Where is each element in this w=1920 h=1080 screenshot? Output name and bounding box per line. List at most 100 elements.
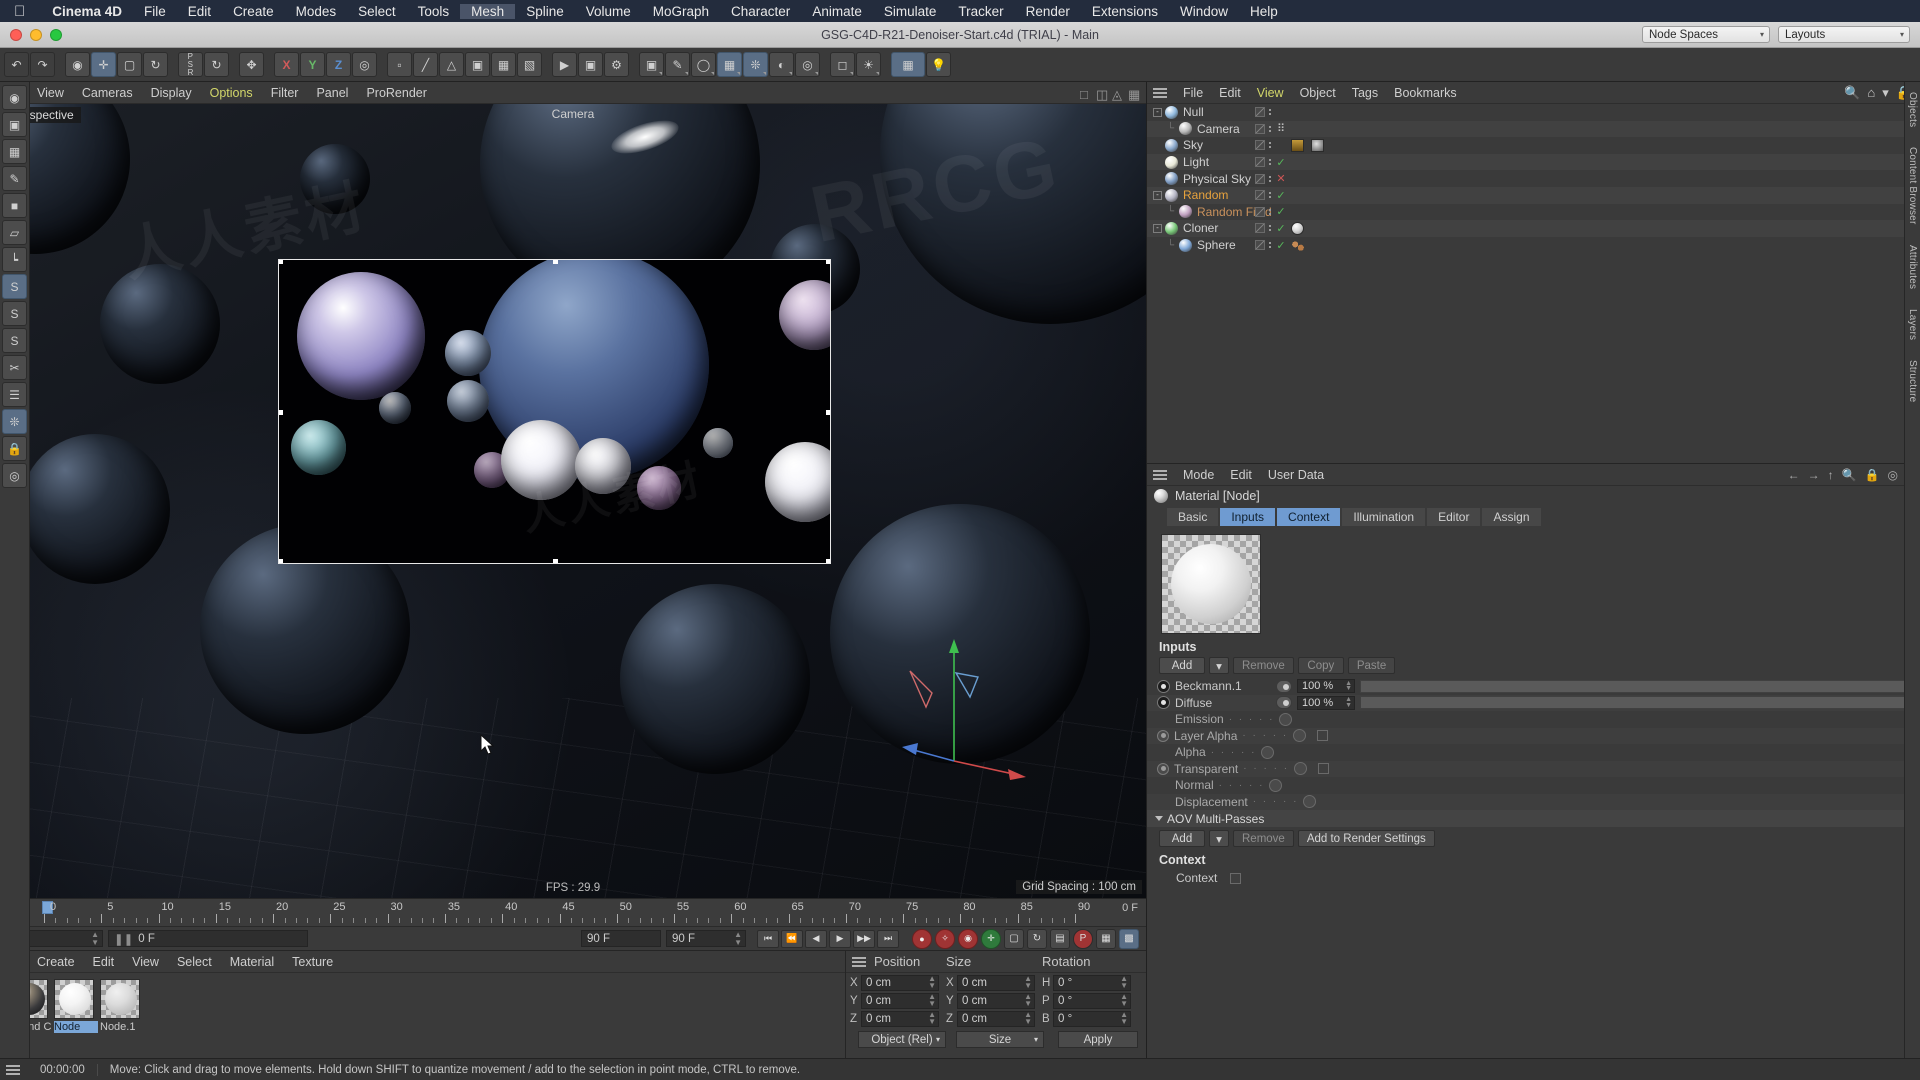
position-x-input[interactable]: 0 cm ▲ ▼: [861, 975, 939, 991]
viewport-menu-options[interactable]: Options: [201, 86, 262, 100]
preview-range-field[interactable]: ❚❚ 0 F: [108, 930, 308, 947]
eye-icon[interactable]: [1157, 696, 1170, 710]
visibility-dots-icon[interactable]: [1269, 159, 1271, 166]
coordinates-menu-icon[interactable]: [852, 955, 866, 969]
mograph-cloner-icon[interactable]: ❊: [2, 409, 27, 434]
rotation-key-button[interactable]: ↻: [1027, 928, 1047, 949]
menu-simulate[interactable]: Simulate: [873, 4, 948, 19]
array-icon[interactable]: ▦: [717, 52, 742, 77]
resize-handle[interactable]: [279, 559, 283, 563]
menu-mesh[interactable]: Mesh: [460, 3, 516, 19]
tag-check-icon[interactable]: ✓: [1275, 239, 1287, 252]
resize-handle[interactable]: [826, 559, 830, 563]
stepper-icon[interactable]: ▲ ▼: [1120, 993, 1128, 1008]
dock-tab-structure[interactable]: Structure: [1907, 350, 1918, 412]
rotation-p-input[interactable]: 0 ° ▲ ▼: [1053, 993, 1131, 1009]
object-menu-view[interactable]: View: [1249, 86, 1292, 100]
viewport-grid-icon[interactable]: ▦: [1128, 87, 1140, 102]
property-port-icon[interactable]: [1269, 778, 1283, 792]
stepper-icon[interactable]: ▲ ▼: [1120, 975, 1128, 990]
stepper-icon[interactable]: ▲ ▼: [928, 975, 936, 990]
stepper-icon[interactable]: ▲ ▼: [734, 931, 742, 946]
record-active-objects-button[interactable]: ●: [912, 928, 932, 949]
stepper-icon[interactable]: ▲ ▼: [928, 1011, 936, 1026]
position-key-button[interactable]: ✛: [981, 928, 1001, 949]
layouts-dropdown[interactable]: Layouts ▾: [1778, 26, 1910, 43]
size-y-input[interactable]: 0 cm ▲ ▼: [957, 993, 1035, 1009]
measure-icon[interactable]: ┕: [2, 247, 27, 272]
cube-primitive-icon[interactable]: ▣: [639, 52, 664, 77]
visibility-dots-icon[interactable]: [1269, 242, 1271, 249]
menu-select[interactable]: Select: [347, 4, 407, 19]
object-row[interactable]: - Null: [1147, 104, 1920, 121]
object-menu-edit[interactable]: Edit: [1211, 86, 1249, 100]
menu-character[interactable]: Character: [720, 4, 801, 19]
inputs-add-dropdown[interactable]: ▾: [1209, 657, 1229, 674]
viewport-split-h-icon[interactable]: ◫: [1096, 87, 1108, 102]
render-view-icon[interactable]: ▶: [552, 52, 577, 77]
tab-editor[interactable]: Editor: [1427, 508, 1481, 526]
material-preview[interactable]: [1161, 534, 1261, 634]
resize-handle[interactable]: [279, 260, 283, 264]
apply-button[interactable]: Apply: [1058, 1031, 1138, 1048]
tag-check-icon[interactable]: ✓: [1275, 205, 1287, 218]
input-slider[interactable]: [1360, 679, 1914, 693]
stepper-icon[interactable]: ▲ ▼: [1120, 1011, 1128, 1026]
mograph-icon[interactable]: ❊: [743, 52, 768, 77]
step-forward-button[interactable]: ▶▶: [853, 929, 875, 948]
resize-handle[interactable]: [552, 260, 558, 264]
symmetry-icon[interactable]: S: [2, 301, 27, 326]
size-z-input[interactable]: 0 cm ▲ ▼: [957, 1011, 1035, 1027]
visibility-dots-icon[interactable]: [1269, 225, 1271, 232]
menu-mograph[interactable]: MoGraph: [642, 4, 720, 19]
polygon-pen-icon[interactable]: ✎: [2, 166, 27, 191]
select-live-icon[interactable]: ◉: [65, 52, 90, 77]
position-y-input[interactable]: 0 cm ▲ ▼: [861, 993, 939, 1009]
tag-texture-icon[interactable]: [1311, 138, 1324, 152]
tag-check-icon[interactable]: ✓: [1275, 222, 1287, 235]
object-name[interactable]: Sphere: [1197, 238, 1236, 252]
property-port-icon[interactable]: [1261, 745, 1275, 759]
visibility-toggle-icon[interactable]: [1255, 190, 1265, 201]
autokeying-button[interactable]: ✧: [935, 928, 955, 949]
inputs-add-button[interactable]: Add: [1159, 657, 1205, 674]
tab-context[interactable]: Context: [1277, 508, 1341, 526]
attribute-menu-icon[interactable]: [1153, 468, 1167, 482]
tree-expander-icon[interactable]: -: [1153, 190, 1162, 200]
dock-tab-attributes[interactable]: Attributes: [1907, 235, 1918, 299]
world-coordinate-icon[interactable]: ◎: [352, 52, 377, 77]
object-row[interactable]: └ Sphere ✓: [1147, 237, 1920, 254]
menu-modes[interactable]: Modes: [285, 4, 348, 19]
stepper-icon[interactable]: ▲ ▼: [1345, 696, 1352, 709]
menu-window[interactable]: Window: [1169, 4, 1239, 19]
size-x-input[interactable]: 0 cm ▲ ▼: [957, 975, 1035, 991]
timeline-mode-button[interactable]: ▩: [1119, 928, 1139, 949]
z-axis-lock-icon[interactable]: Z: [326, 52, 351, 77]
search-icon[interactable]: 🔍: [1842, 468, 1857, 482]
lock-axis-icon[interactable]: 🔒: [2, 436, 27, 461]
viewport-menu-prorender[interactable]: ProRender: [357, 86, 435, 100]
material-thumbnail[interactable]: [100, 979, 140, 1019]
stepper-icon[interactable]: ▲ ▼: [1345, 680, 1352, 693]
node-spaces-dropdown[interactable]: Node Spaces ▾: [1642, 26, 1770, 43]
property-port-icon[interactable]: [1294, 762, 1308, 776]
layout-split-icon[interactable]: ▦: [891, 52, 925, 77]
visibility-toggle-icon[interactable]: [1255, 223, 1265, 234]
move-tool-icon[interactable]: ✛: [91, 52, 116, 77]
rotation-h-input[interactable]: 0 ° ▲ ▼: [1053, 975, 1131, 991]
menu-file[interactable]: File: [133, 4, 177, 19]
go-to-start-button[interactable]: ⏮: [757, 929, 779, 948]
aov-add-to-render-settings-button[interactable]: Add to Render Settings: [1297, 830, 1435, 847]
visibility-dots-icon[interactable]: [1269, 125, 1271, 132]
input-percent-field[interactable]: 100 % ▲ ▼: [1297, 679, 1355, 694]
menu-create[interactable]: Create: [222, 4, 285, 19]
link-icon[interactable]: [1276, 696, 1292, 710]
visibility-dots-icon[interactable]: [1269, 175, 1271, 182]
snap-icon[interactable]: ◎: [2, 463, 27, 488]
deformer-icon[interactable]: ◐: [769, 52, 794, 77]
tag-protection-icon[interactable]: ⠿: [1275, 122, 1287, 135]
menu-spline[interactable]: Spline: [515, 4, 575, 19]
object-menu-bookmarks[interactable]: Bookmarks: [1386, 86, 1465, 100]
step-back-button[interactable]: ◀: [805, 929, 827, 948]
render-region-frame[interactable]: [278, 259, 831, 564]
